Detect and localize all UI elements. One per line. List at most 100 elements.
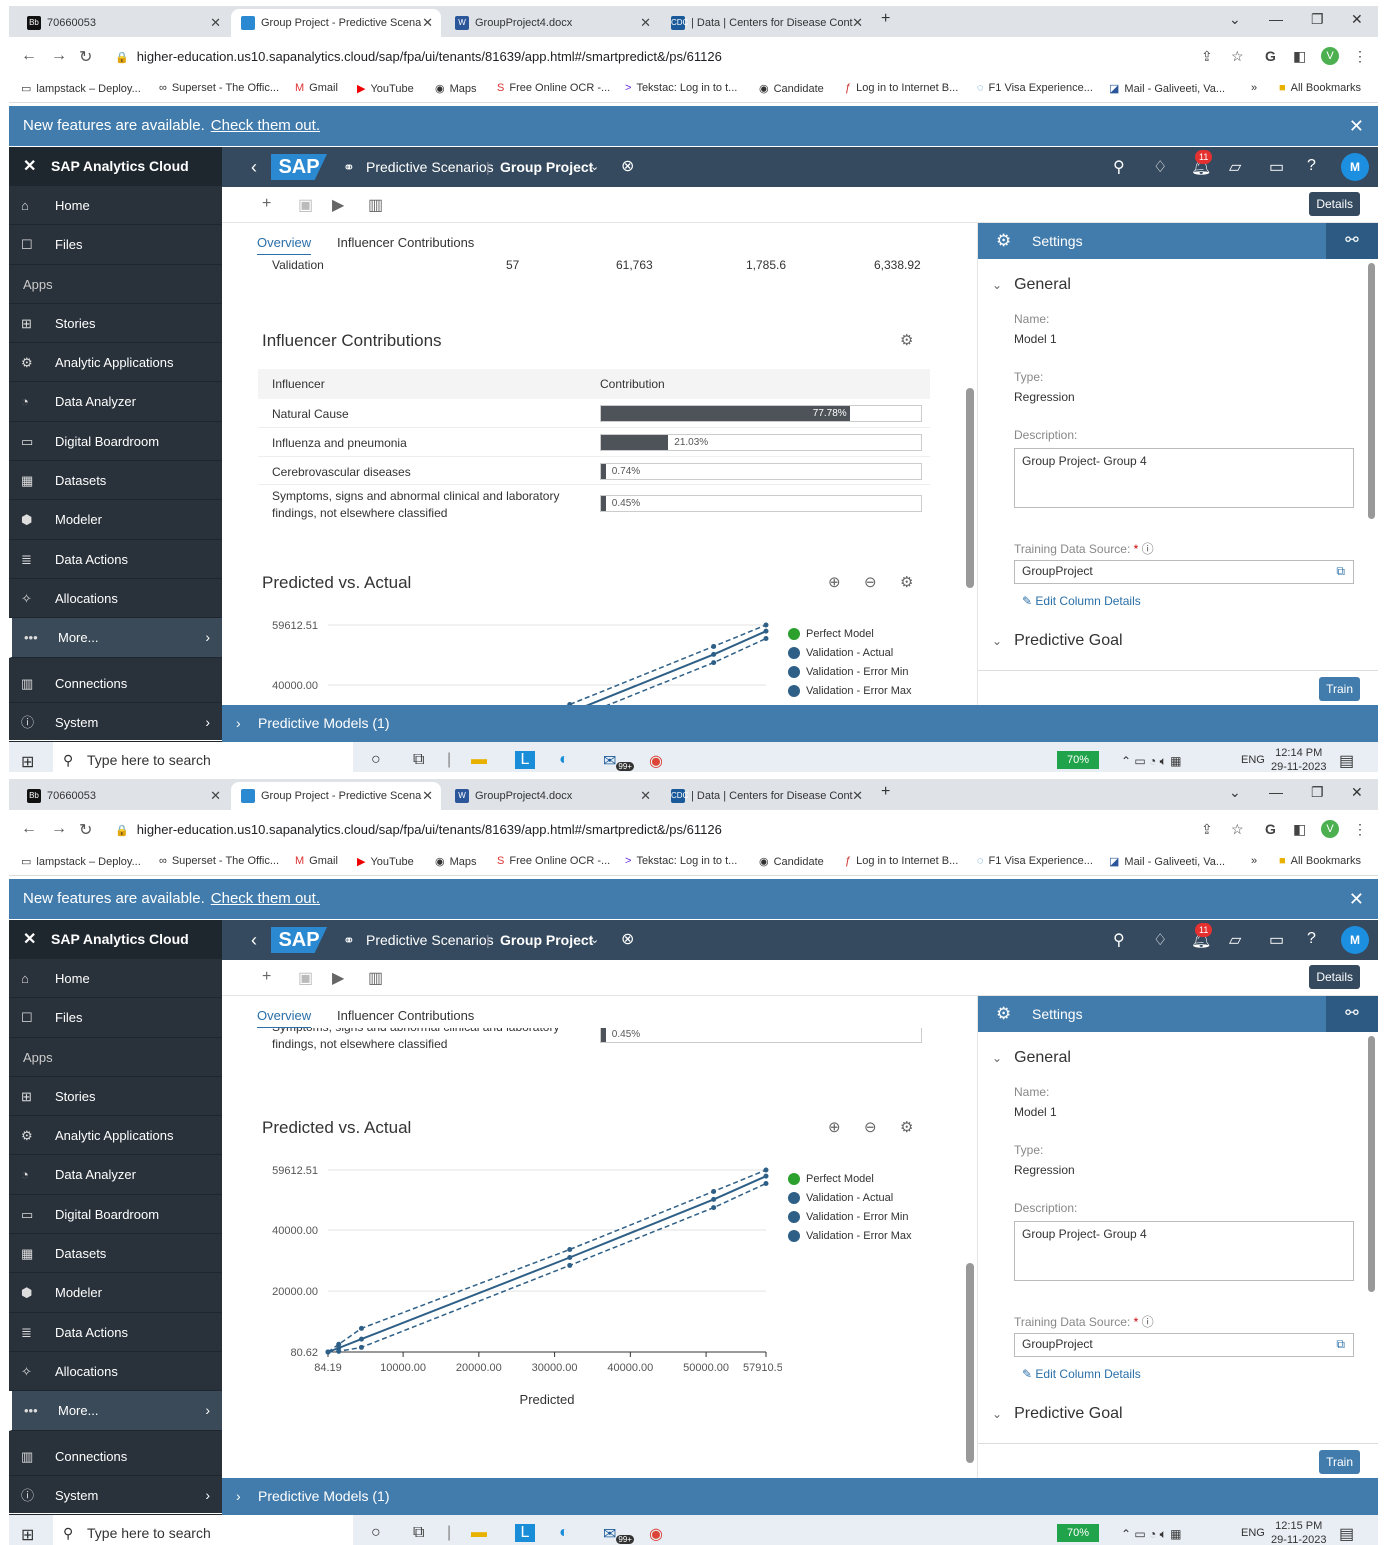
star-icon[interactable]: ☆ (1231, 48, 1244, 65)
sidebar-item-data-actions[interactable]: ≣ Data Actions (9, 1313, 222, 1352)
project-menu[interactable]: Group Project (500, 147, 593, 187)
sidebar-item-digital-boardroom[interactable]: ▭ Digital Boardroom (9, 422, 222, 462)
sidebar-item-analytic-applications[interactable]: ⚙ Analytic Applications (9, 1116, 222, 1156)
close-tab-icon[interactable]: ✕ (422, 782, 433, 810)
save-icon[interactable]: ▣ (298, 968, 313, 988)
tab-overview[interactable]: Overview (257, 235, 312, 256)
zoom-out-icon[interactable]: ⊖ (864, 573, 877, 591)
scrollbar[interactable] (1368, 263, 1375, 519)
notification-center-icon[interactable]: ▤ (1339, 1524, 1354, 1544)
lightbulb-icon[interactable]: ♢ (1153, 157, 1167, 177)
sidebar-item-analytic-applications[interactable]: ⚙ Analytic Applications (9, 343, 222, 383)
sidebar-item-data-analyzer[interactable]: ◔ Data Analyzer (9, 1155, 222, 1195)
bookmark[interactable]: ∞ Superset - The Offic... (159, 82, 279, 94)
bookmark[interactable]: ▭ lampstack – Deploy... (21, 82, 141, 95)
details-button[interactable]: Details (1309, 965, 1360, 989)
close-icon[interactable]: ✕ (1349, 106, 1364, 146)
bookmark[interactable]: ◌ F1 Visa Experience... (977, 855, 1093, 867)
bookmark[interactable]: > Tekstac: Log in to t... (625, 82, 737, 94)
predictive-goal-section[interactable]: ⌄ Predictive Goal (992, 1405, 1123, 1423)
legend-item[interactable]: Validation - Actual (788, 644, 912, 663)
reload-icon[interactable]: ↻ (79, 820, 92, 840)
legend-item[interactable]: Validation - Actual (788, 1189, 912, 1208)
train-button[interactable]: Train (1319, 677, 1360, 701)
star-icon[interactable]: ☆ (1231, 821, 1244, 838)
bookmark[interactable]: ∞ Superset - The Offic... (159, 855, 279, 867)
chevron-down-icon[interactable]: ⌄ (590, 147, 599, 187)
scrollbar[interactable] (966, 388, 974, 588)
close-circle-icon[interactable]: ⊗ (621, 147, 634, 187)
bookmark[interactable]: ◉ Candidate (759, 82, 824, 95)
windows-start-icon[interactable]: ⊞ (21, 1525, 34, 1545)
legend-item[interactable]: Validation - Error Min (788, 1208, 912, 1227)
restore-icon[interactable]: ❐ (1311, 784, 1324, 801)
bookmarks-overflow[interactable]: » (1251, 855, 1257, 867)
sidebar-item-connections[interactable]: ▥ Connections (9, 1437, 222, 1476)
cortana-icon[interactable]: ○ (371, 1524, 381, 1542)
add-icon[interactable]: + (262, 968, 271, 986)
preview-icon[interactable]: ⚯ (1326, 223, 1378, 259)
chart-icon[interactable]: ▥ (368, 968, 383, 988)
general-section[interactable]: ⌄ General (992, 276, 1071, 294)
user-avatar[interactable]: M (1341, 153, 1369, 181)
bookmark[interactable]: S Free Online OCR -... (497, 82, 610, 94)
check-them-out-link[interactable]: Check them out. (211, 890, 320, 907)
bookmark[interactable]: ▶ YouTube (357, 82, 414, 95)
tab-overview[interactable]: Overview (257, 1008, 312, 1029)
sidepanel-icon[interactable]: ◧ (1293, 821, 1306, 838)
sidebar-item-datasets[interactable]: ▦ Datasets (9, 1234, 222, 1274)
info-icon[interactable]: ⓘ (1142, 1315, 1154, 1329)
training-source-field[interactable]: GroupProject ⧉ (1014, 560, 1354, 584)
bookmark[interactable]: ◌ F1 Visa Experience... (977, 82, 1093, 94)
help-icon[interactable]: ? (1307, 157, 1316, 175)
notification-center-icon[interactable]: ▤ (1339, 751, 1354, 771)
app-l-icon[interactable]: L (515, 1524, 535, 1542)
url-input[interactable]: 🔒 higher-education.us10.sapanalytics.clou… (105, 816, 1235, 844)
browser-tab-blackboard[interactable]: Bb 70660053 ✕ (17, 9, 229, 37)
forward-icon[interactable]: → (51, 47, 67, 65)
chrome-icon[interactable]: ◉ (649, 751, 663, 771)
save-icon[interactable]: ▣ (298, 195, 313, 215)
feedback-icon[interactable]: ▭ (1269, 157, 1284, 177)
close-tab-icon[interactable]: ✕ (640, 9, 651, 37)
close-window-icon[interactable]: ✕ (1351, 11, 1363, 28)
back-icon[interactable]: ← (21, 820, 37, 838)
close-tab-icon[interactable]: ✕ (640, 782, 651, 810)
bookmark[interactable]: ƒ Log in to Internet B... (845, 855, 958, 867)
app-name[interactable]: Predictive Scenarios (366, 920, 494, 960)
edge-icon[interactable]: ◐ (559, 1524, 569, 1542)
legend-item[interactable]: Perfect Model (788, 625, 912, 644)
sidebar-item-modeler[interactable]: ⬢ Modeler (9, 500, 222, 540)
lightbulb-icon[interactable]: ♢ (1153, 930, 1167, 950)
back-icon[interactable]: ‹ (251, 920, 257, 960)
open-external-icon[interactable]: ⧉ (1336, 564, 1345, 579)
sidebar-item-allocations[interactable]: ✧ Allocations (9, 1352, 222, 1392)
bookmarks-overflow[interactable]: » (1251, 82, 1257, 94)
minimize-icon[interactable]: — (1269, 784, 1283, 800)
bookmark[interactable]: M Gmail (295, 855, 338, 867)
browser-tab-sap[interactable]: Group Project - Predictive Scena ✕ (231, 782, 441, 810)
sidebar-item-modeler[interactable]: ⬢ Modeler (9, 1273, 222, 1313)
close-icon[interactable]: ✕ (23, 920, 36, 959)
sidebar-item-more[interactable]: ••• More... › (9, 618, 222, 658)
bookmark[interactable]: S Free Online OCR -... (497, 855, 610, 867)
sidebar-item-files[interactable]: ☐ Files (9, 225, 222, 265)
chart-icon[interactable]: ▥ (368, 195, 383, 215)
sidebar-item-more[interactable]: ••• More... › (9, 1391, 222, 1431)
bookmark[interactable]: ◪ Mail - Galiveeti, Va... (1109, 855, 1225, 868)
google-icon[interactable]: G (1265, 821, 1276, 837)
bookmark[interactable]: ƒ Log in to Internet B... (845, 82, 958, 94)
close-tab-icon[interactable]: ✕ (852, 9, 863, 37)
legend-item[interactable]: Perfect Model (788, 1170, 912, 1189)
bookmark-all[interactable]: ■ All Bookmarks (1279, 855, 1361, 867)
predictive-goal-section[interactable]: ⌄ Predictive Goal (992, 632, 1123, 650)
app-name[interactable]: Predictive Scenarios (366, 147, 494, 187)
windows-start-icon[interactable]: ⊞ (21, 752, 34, 772)
taskbar-search[interactable]: ⚲ Type here to search (53, 1515, 353, 1545)
back-icon[interactable]: ← (21, 47, 37, 65)
gear-icon[interactable]: ⚙ (900, 573, 913, 591)
tab-search-icon[interactable]: ⌄ (1229, 784, 1241, 801)
browser-tab-blackboard[interactable]: Bb 70660053 ✕ (17, 782, 229, 810)
sidebar-item-system[interactable]: ⓘ System › (9, 703, 222, 743)
mail-icon[interactable]: ✉ 99+ (603, 751, 634, 771)
